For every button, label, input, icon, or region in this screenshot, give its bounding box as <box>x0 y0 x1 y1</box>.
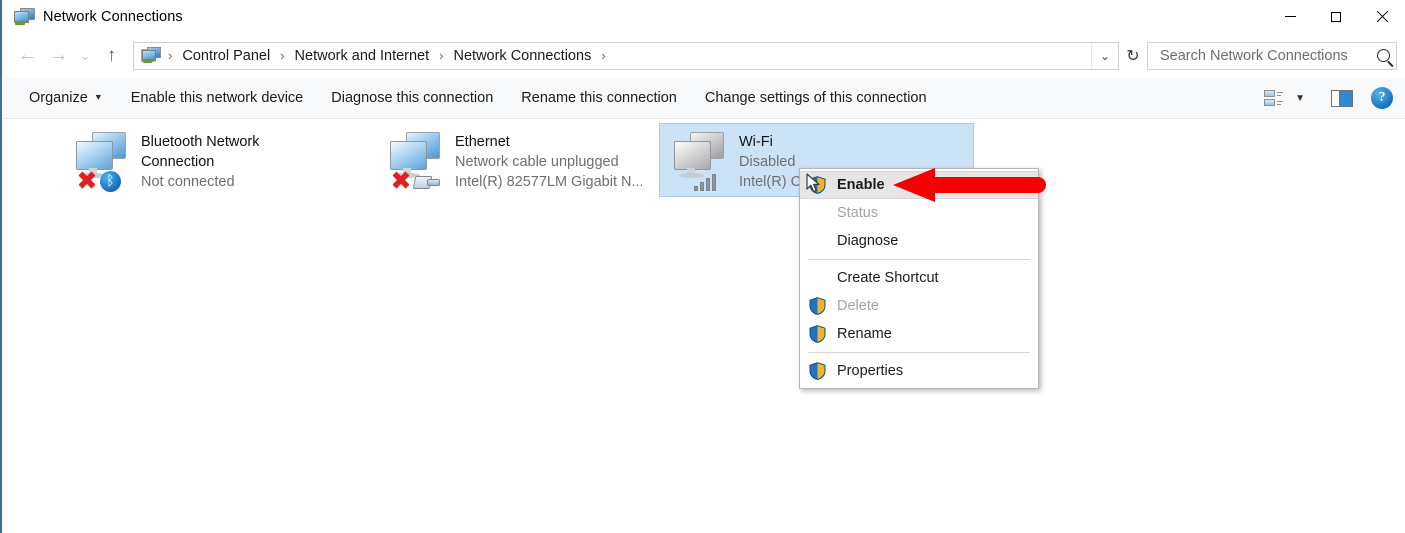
connection-name: Bluetooth Network Connection <box>141 134 260 170</box>
signal-bars-icon <box>694 173 720 191</box>
disconnected-x-icon: ✖ <box>390 166 412 195</box>
breadcrumb-item-network-connections[interactable]: Network Connections <box>451 45 595 67</box>
search-icon[interactable] <box>1370 43 1396 69</box>
search-input[interactable] <box>1158 46 1370 65</box>
connection-name: Ethernet <box>455 134 510 150</box>
context-menu-label: Create Shortcut <box>837 270 939 286</box>
context-menu-item-enable[interactable]: Enable <box>800 171 1038 199</box>
context-menu-label: Delete <box>837 298 879 314</box>
refresh-button[interactable]: ↻ <box>1119 41 1147 71</box>
context-menu-item-rename[interactable]: Rename <box>800 320 1038 348</box>
network-connections-window: Network Connections ← → ⌄ ↑ › Control Pa… <box>0 0 1405 533</box>
breadcrumb-item-control-panel[interactable]: Control Panel <box>179 45 273 67</box>
context-menu-label: Diagnose <box>837 233 899 249</box>
enable-this-network-device-button[interactable]: Enable this network device <box>120 84 315 112</box>
breadcrumb-separator[interactable]: › <box>432 48 450 63</box>
connection-status: Not connected <box>141 174 235 190</box>
menu-icon-placeholder <box>806 202 832 224</box>
search-box[interactable] <box>1147 41 1397 70</box>
recent-locations-button[interactable]: ⌄ <box>74 41 96 71</box>
breadcrumb-separator[interactable]: › <box>161 48 179 63</box>
context-menu-separator <box>808 259 1030 260</box>
connection-name: Wi-Fi <box>739 134 773 150</box>
network-adapter-icon: ✖ ᛒ <box>70 130 132 195</box>
breadcrumb[interactable]: › Control Panel › Network and Internet ›… <box>133 41 1119 70</box>
menu-icon-placeholder <box>806 267 832 289</box>
connection-tile-ethernet[interactable]: ✖ Ethernet Network cable unplugged Intel… <box>376 124 642 198</box>
change-settings-of-this-connection-button[interactable]: Change settings of this connection <box>694 84 938 112</box>
breadcrumb-separator[interactable]: › <box>273 48 291 63</box>
close-icon <box>1376 11 1388 23</box>
diagnose-this-connection-button[interactable]: Diagnose this connection <box>320 84 504 112</box>
shield-icon <box>806 360 832 382</box>
connection-device: Intel(R) 82577LM Gigabit N... <box>455 174 642 190</box>
connection-status: Network cable unplugged <box>455 154 619 170</box>
context-menu-item-diagnose[interactable]: Diagnose <box>800 227 1038 255</box>
window-controls <box>1267 0 1405 33</box>
network-adapter-icon <box>668 130 730 192</box>
shield-icon <box>806 295 832 317</box>
preview-pane-icon[interactable] <box>1331 89 1353 107</box>
maximize-icon <box>1331 11 1341 22</box>
breadcrumb-network-icon <box>141 47 161 64</box>
context-menu-label: Properties <box>837 363 904 379</box>
context-menu[interactable]: Enable Status Diagnose Create Shortcut D… <box>799 168 1039 389</box>
context-menu-label: Enable <box>837 177 885 193</box>
connection-text: Bluetooth Network Connection Not connect… <box>141 132 259 198</box>
connection-text: Ethernet Network cable unplugged Intel(R… <box>455 132 642 198</box>
context-menu-item-status[interactable]: Status <box>800 199 1038 227</box>
context-menu-label: Status <box>837 205 879 221</box>
context-menu-separator <box>808 352 1030 353</box>
context-menu-label: Rename <box>837 326 892 342</box>
change-view-icon[interactable] <box>1264 89 1284 107</box>
command-bar: Organize ▼ Enable this network device Dia… <box>4 78 1405 119</box>
menu-icon-placeholder <box>806 230 832 252</box>
close-button[interactable] <box>1359 0 1405 33</box>
change-view-dropdown-icon[interactable]: ▼ <box>1285 89 1315 108</box>
minimize-icon <box>1284 16 1296 17</box>
minimize-button[interactable] <box>1267 0 1313 33</box>
help-icon[interactable]: ? <box>1371 87 1393 109</box>
maximize-button[interactable] <box>1313 0 1359 33</box>
breadcrumb-dropdown-icon[interactable]: ⌄ <box>1091 42 1118 69</box>
context-menu-item-properties[interactable]: Properties <box>800 357 1038 385</box>
organize-label: Organize <box>29 90 88 106</box>
context-menu-item-create-shortcut[interactable]: Create Shortcut <box>800 264 1038 292</box>
up-button[interactable]: ↑ <box>96 41 127 71</box>
title-bar: Network Connections <box>2 0 1405 33</box>
back-button[interactable]: ← <box>12 41 43 71</box>
window-title: Network Connections <box>43 8 183 25</box>
connections-list: ✖ ᛒ Bluetooth Network Connection Not con… <box>4 119 1405 533</box>
rename-this-connection-button[interactable]: Rename this connection <box>510 84 688 112</box>
bluetooth-icon: ᛒ <box>100 171 121 192</box>
address-bar-row: ← → ⌄ ↑ › Control Panel › Network and In… <box>4 33 1405 78</box>
context-menu-item-delete[interactable]: Delete <box>800 292 1038 320</box>
breadcrumb-item-network-and-internet[interactable]: Network and Internet <box>292 45 433 67</box>
forward-button[interactable]: → <box>43 41 74 71</box>
chevron-down-icon: ▼ <box>93 92 103 102</box>
network-adapter-icon: ✖ <box>384 130 446 195</box>
command-bar-right: ▼ ? <box>1264 87 1393 109</box>
organize-button[interactable]: Organize ▼ <box>18 84 114 112</box>
ethernet-cable-icon <box>412 173 440 190</box>
disconnected-x-icon: ✖ <box>76 166 98 195</box>
breadcrumb-separator[interactable]: › <box>594 48 612 63</box>
shield-icon <box>806 174 832 196</box>
network-connections-icon <box>14 7 35 26</box>
shield-icon <box>806 323 832 345</box>
connection-tile-bluetooth[interactable]: ✖ ᛒ Bluetooth Network Connection Not con… <box>62 124 328 198</box>
